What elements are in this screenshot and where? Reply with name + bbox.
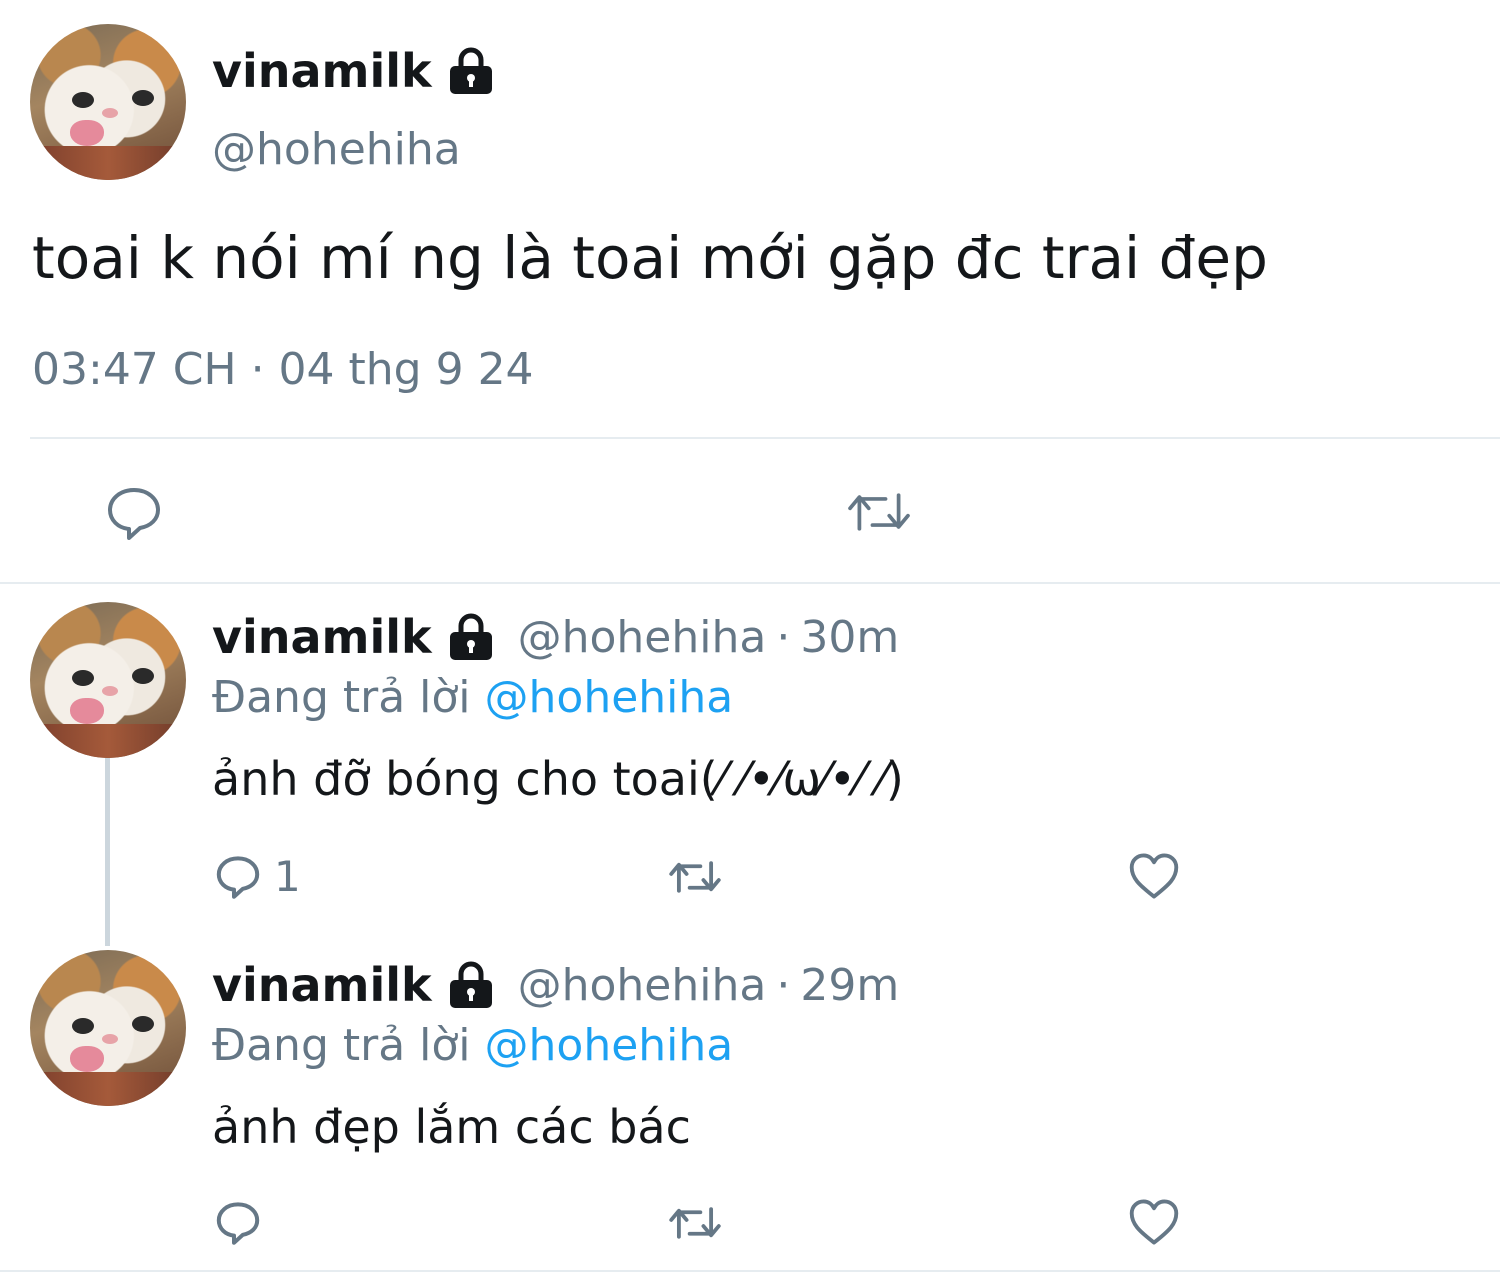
author-handle[interactable]: @hohehiha <box>212 124 461 175</box>
reply-text: ảnh đẹp lắm các bác <box>212 1100 691 1154</box>
author-name-row[interactable]: vinamilk <box>212 44 496 98</box>
display-name[interactable]: vinamilk <box>212 958 432 1012</box>
retweet-icon[interactable] <box>666 854 724 900</box>
separator-dot: · <box>776 611 791 663</box>
lock-icon <box>449 961 492 1008</box>
replying-label: Đang trả lời <box>212 672 471 723</box>
replying-label: Đang trả lời <box>212 1020 471 1071</box>
retweet-icon[interactable] <box>844 484 914 540</box>
mention-link[interactable]: @hohehiha <box>485 1020 734 1071</box>
mention-link[interactable]: @hohehiha <box>485 672 734 723</box>
display-name[interactable]: vinamilk <box>212 44 432 98</box>
divider <box>0 582 1500 584</box>
thread-line <box>105 758 110 946</box>
replying-to: Đang trả lời @hohehiha <box>212 1020 733 1071</box>
replying-to: Đang trả lời @hohehiha <box>212 672 733 723</box>
divider <box>0 1270 1500 1272</box>
author-handle[interactable]: @hohehiha <box>518 960 767 1011</box>
lock-icon <box>449 613 492 660</box>
reply-count: 1 <box>274 852 301 901</box>
author-name-row[interactable]: vinamilk @hohehiha · 29m <box>212 958 899 1012</box>
avatar[interactable] <box>30 24 186 180</box>
lock-icon <box>449 47 492 94</box>
tweet-timestamp[interactable]: 03:47 CH · 04 thg 9 24 <box>32 344 534 395</box>
reply-text: ảnh đỡ bóng cho toai(⁄ ⁄•⁄ω⁄•⁄ ⁄) <box>212 752 904 806</box>
author-handle[interactable]: @hohehiha <box>518 612 767 663</box>
reply-time[interactable]: 29m <box>800 960 899 1011</box>
avatar[interactable] <box>30 602 186 758</box>
reply-icon[interactable] <box>214 1198 262 1246</box>
reply-icon[interactable] <box>104 482 164 542</box>
tweet-text: toai k nói mí ng là toai mới gặp đc trai… <box>32 224 1268 292</box>
separator-dot: · <box>776 959 791 1011</box>
reply-time[interactable]: 30m <box>800 612 899 663</box>
display-name[interactable]: vinamilk <box>212 610 432 664</box>
like-icon[interactable] <box>1128 1198 1180 1246</box>
avatar[interactable] <box>30 950 186 1106</box>
like-icon[interactable] <box>1128 852 1180 900</box>
divider <box>30 437 1500 439</box>
retweet-icon[interactable] <box>666 1200 724 1246</box>
reply-icon[interactable] <box>214 852 262 900</box>
author-name-row[interactable]: vinamilk @hohehiha · 30m <box>212 610 899 664</box>
